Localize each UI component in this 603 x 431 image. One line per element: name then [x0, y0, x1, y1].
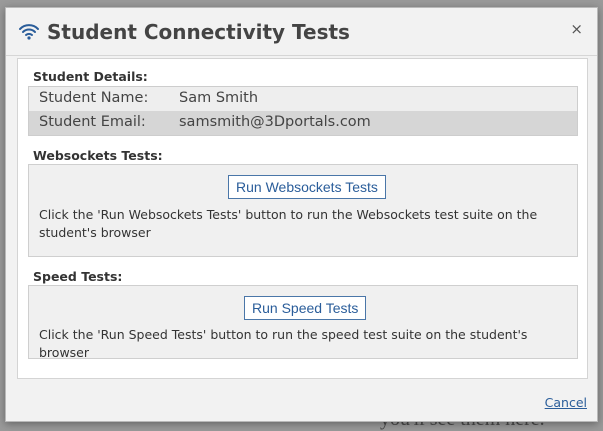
student-details-heading: Student Details:	[33, 69, 148, 84]
wifi-icon	[19, 24, 39, 40]
student-email-label: Student Email:	[39, 114, 146, 130]
close-icon[interactable]: ×	[570, 20, 583, 38]
cancel-link[interactable]: Cancel	[545, 395, 587, 410]
connectivity-dialog: Student Connectivity Tests × Student Det…	[5, 7, 598, 422]
table-row: Student Name: Sam Smith	[29, 87, 577, 111]
websockets-heading: Websockets Tests:	[33, 148, 163, 163]
student-name-value: Sam Smith	[179, 90, 259, 106]
speed-description: Click the 'Run Speed Tests' button to ru…	[39, 327, 528, 360]
table-row: Student Email: samsmith@3Dportals.com	[29, 111, 577, 135]
dialog-title: Student Connectivity Tests	[47, 20, 350, 44]
student-email-value: samsmith@3Dportals.com	[179, 114, 371, 130]
websockets-panel: Run Websockets Tests Click the 'Run Webs…	[28, 164, 578, 257]
speed-panel: Run Speed Tests Click the 'Run Speed Tes…	[28, 285, 578, 360]
run-speed-tests-button[interactable]: Run Speed Tests	[244, 296, 367, 320]
dialog-header: Student Connectivity Tests ×	[6, 8, 597, 56]
run-websockets-tests-button[interactable]: Run Websockets Tests	[228, 175, 386, 199]
speed-heading: Speed Tests:	[33, 269, 123, 284]
student-name-label: Student Name:	[39, 90, 149, 106]
dialog-body: Student Details: Student Name: Sam Smith…	[17, 58, 588, 379]
websockets-description: Click the 'Run Websockets Tests' button …	[39, 207, 538, 240]
student-details-table: Student Name: Sam Smith Student Email: s…	[28, 86, 578, 136]
